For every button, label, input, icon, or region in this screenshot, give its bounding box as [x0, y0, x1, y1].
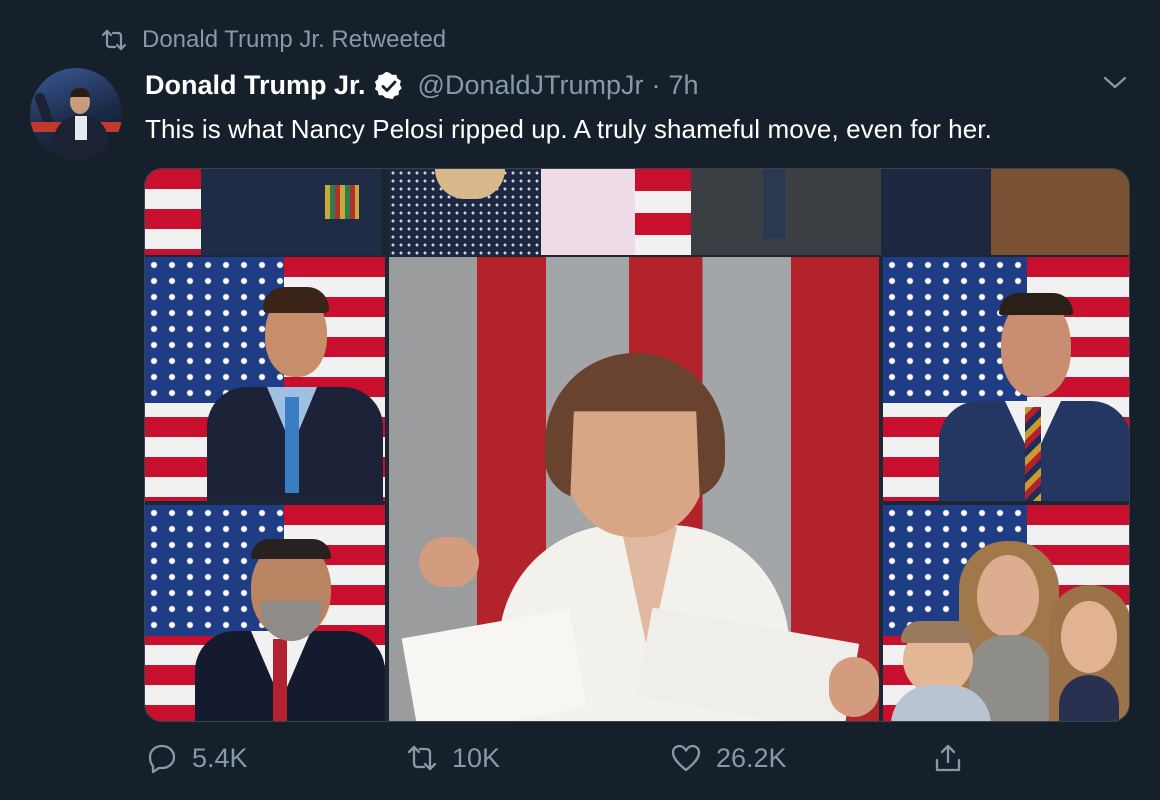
chevron-down-icon[interactable]	[1100, 70, 1130, 94]
collage-man-portrait-left	[145, 505, 385, 721]
reply-count: 5.4K	[192, 742, 248, 773]
like-button[interactable]: 26.2K	[670, 742, 787, 774]
author-handle[interactable]: @DonaldJTrumpJr	[418, 70, 644, 101]
collage-man-portrait-right	[883, 257, 1129, 501]
tweet-timestamp[interactable]: 7h	[669, 70, 699, 101]
collage-family-portrait	[883, 505, 1129, 721]
retweet-count: 10K	[452, 742, 501, 773]
author-name[interactable]: Donald Trump Jr.	[145, 70, 366, 101]
avatar[interactable]	[30, 68, 122, 160]
retweet-label: Donald Trump Jr. Retweeted	[142, 26, 447, 53]
collage-top-strip	[145, 169, 1129, 255]
retweet-icon	[101, 29, 127, 51]
reply-button[interactable]: 5.4K	[146, 742, 248, 774]
like-count: 26.2K	[716, 742, 787, 773]
tweet-header: Donald Trump Jr. @DonaldJTrumpJr · 7h	[145, 70, 699, 101]
retweet-indicator[interactable]: Donald Trump Jr. Retweeted	[100, 26, 446, 54]
retweet-icon	[407, 745, 437, 771]
reply-icon	[148, 744, 176, 774]
share-icon	[935, 744, 961, 772]
separator-dot: ·	[651, 70, 661, 100]
heart-icon	[671, 744, 701, 772]
collage-boy-portrait	[145, 257, 385, 501]
tweet-actions: 5.4K 10K 26.2K	[0, 742, 1160, 786]
tweet-media-image[interactable]	[144, 168, 1130, 722]
retweet-button[interactable]: 10K	[406, 742, 500, 774]
verified-badge-icon	[374, 71, 402, 99]
collage-center-photo	[389, 257, 879, 721]
share-button[interactable]	[932, 742, 964, 774]
tweet-text: This is what Nancy Pelosi ripped up. A t…	[145, 114, 992, 144]
